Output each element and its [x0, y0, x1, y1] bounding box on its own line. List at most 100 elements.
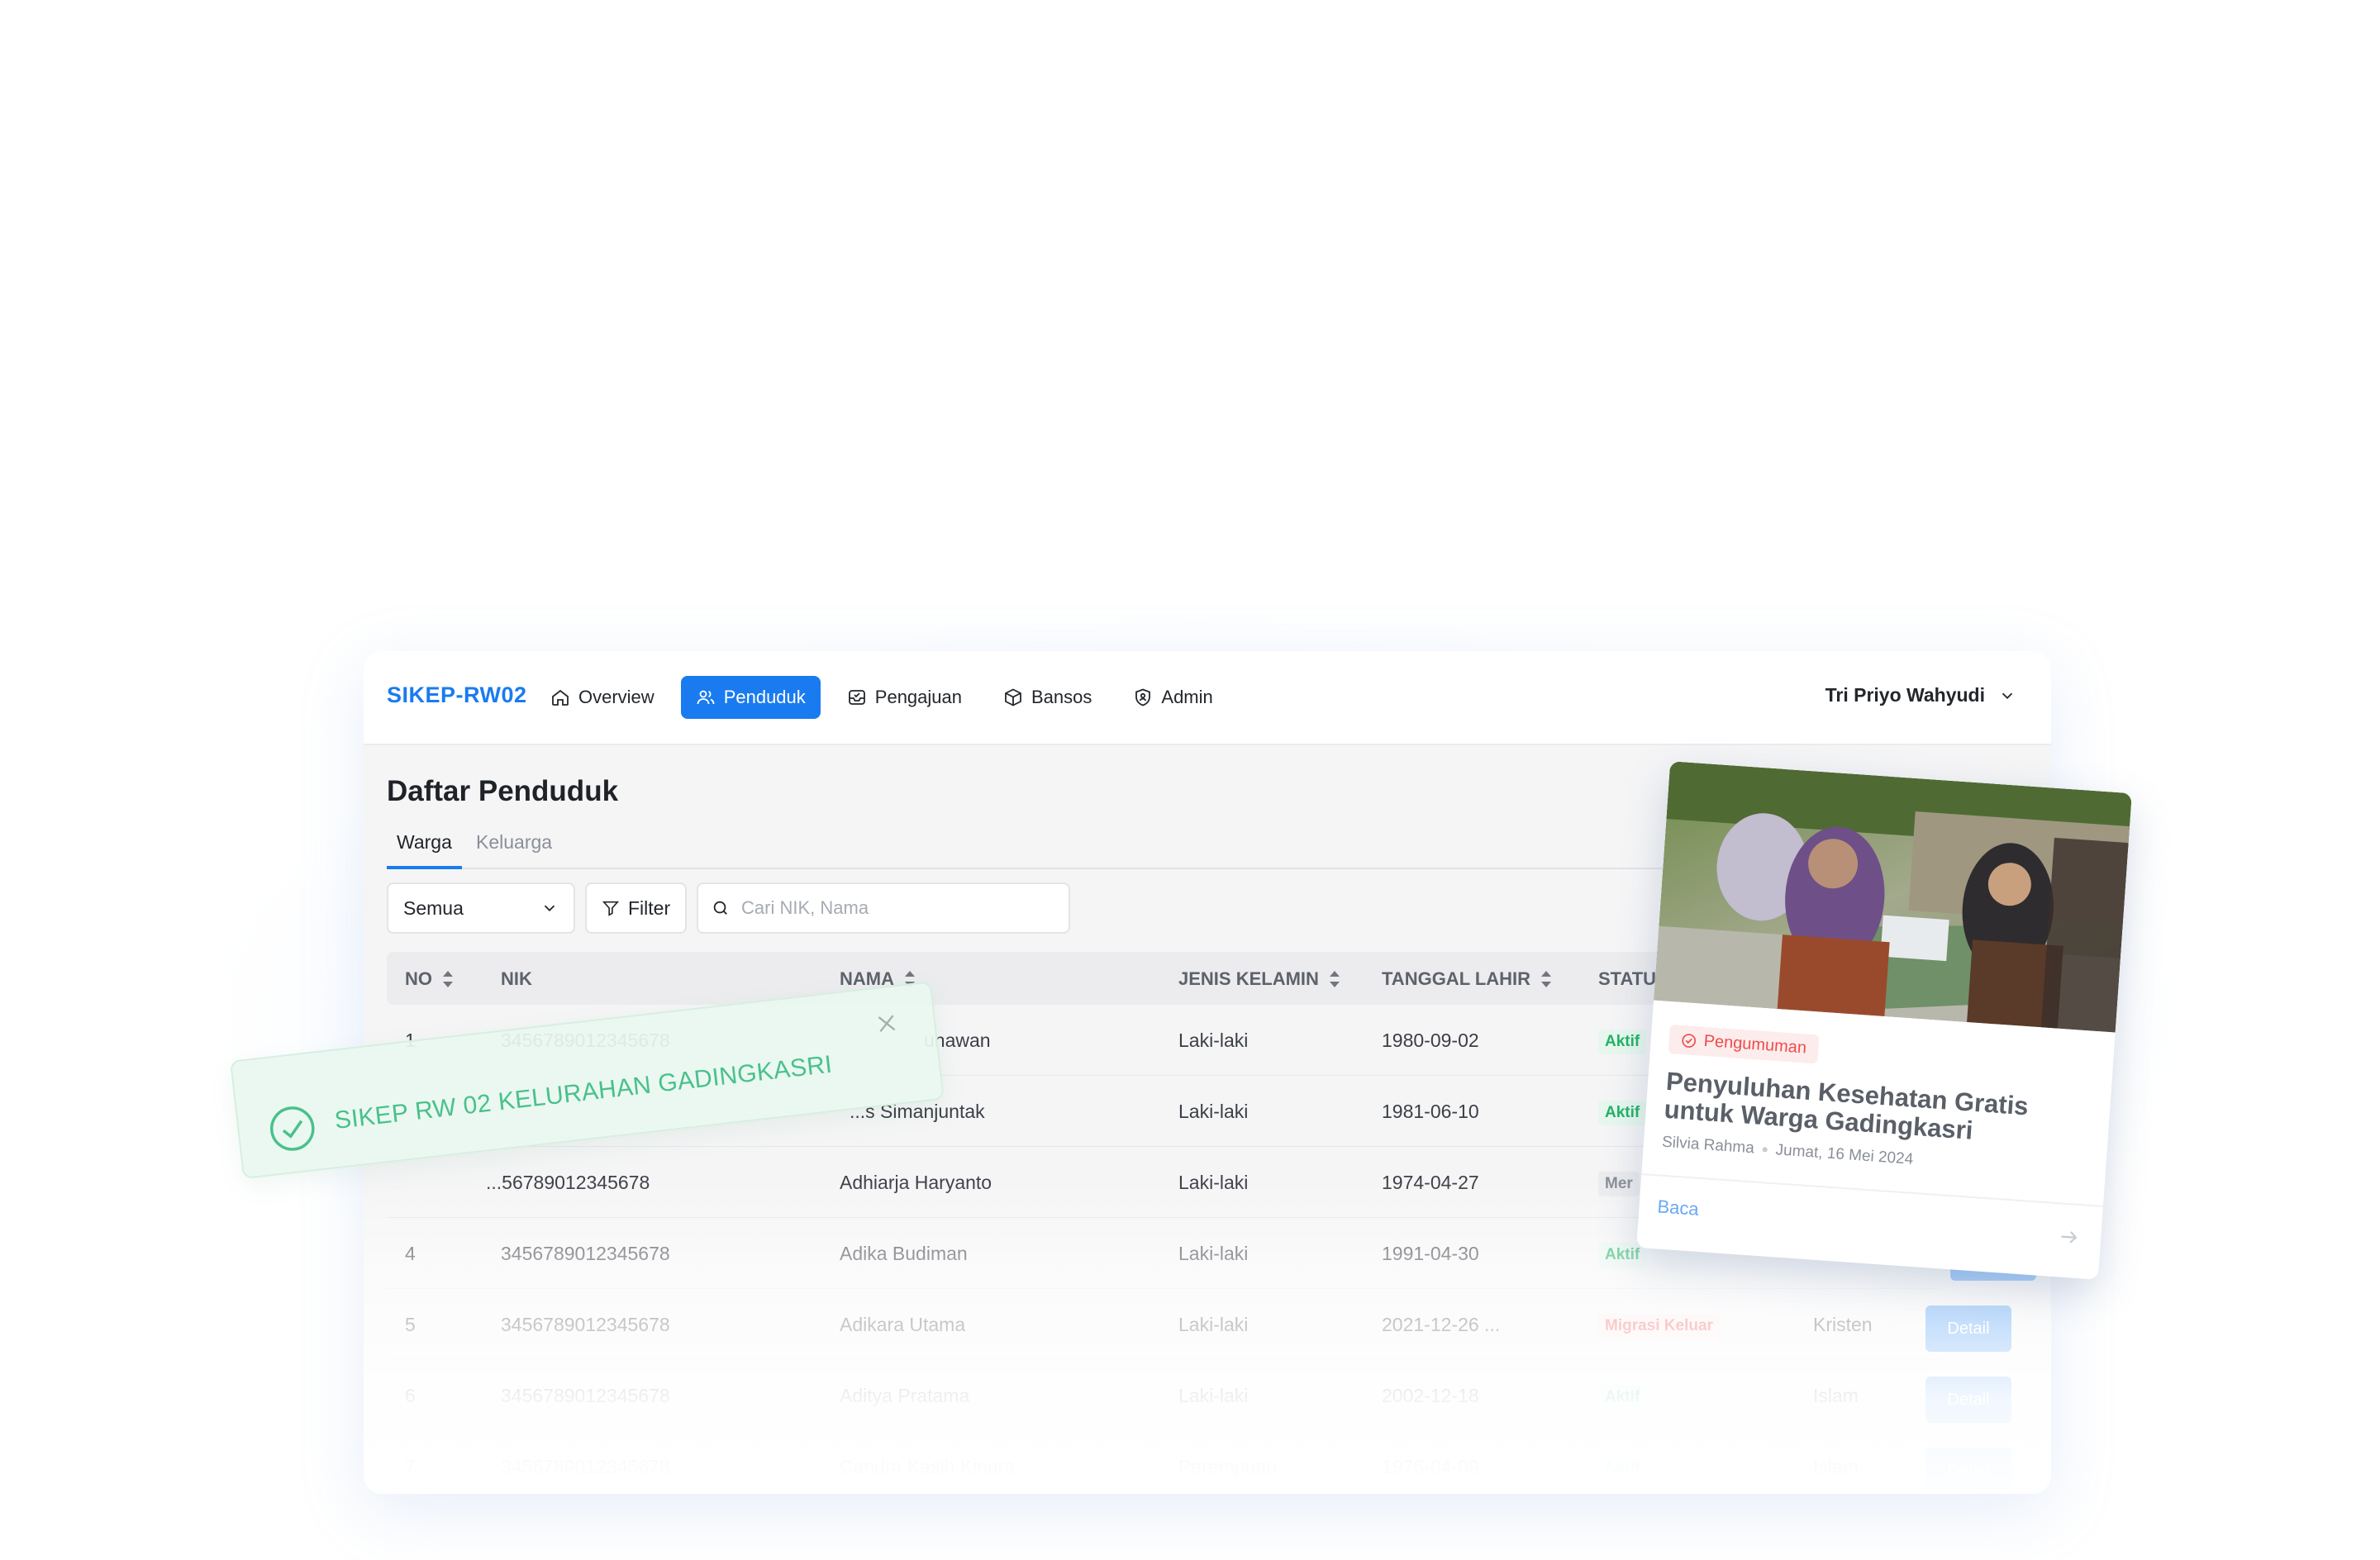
- announcement-date: Jumat, 16 Mei 2024: [1774, 1141, 1914, 1168]
- card-divider: [1641, 1172, 2104, 1208]
- status-badge: Aktif: [1598, 1101, 1647, 1125]
- cell-nik: 3456789012345678: [501, 1385, 670, 1406]
- cell-agama: Islam: [1813, 1456, 1859, 1477]
- user-menu[interactable]: Tri Priyo Wahyudi: [1825, 684, 2016, 706]
- status-badge: Mer: [1598, 1172, 1640, 1196]
- announcement-tag: Pengumuman: [1668, 1024, 1820, 1064]
- cell-jenis-kelamin: Laki-laki: [1178, 1385, 1249, 1406]
- cell-nama: Candra Kasih Kinara: [840, 1456, 1016, 1477]
- col-no-label: NO: [405, 968, 432, 989]
- status-badge: Aktif: [1598, 1243, 1647, 1268]
- cell-nama: Aditya Pratama: [840, 1385, 970, 1406]
- badge-check-icon: [1682, 1033, 1697, 1048]
- cell-no: 4: [405, 1243, 416, 1264]
- col-jk-label: JENIS KELAMIN: [1178, 968, 1319, 989]
- col-jenis-kelamin[interactable]: JENIS KELAMIN: [1178, 968, 1340, 990]
- cell-no: 5: [405, 1314, 416, 1335]
- nav-pengajuan[interactable]: Pengajuan: [832, 676, 977, 719]
- status-badge: Aktif: [1598, 1385, 1647, 1410]
- filter-button[interactable]: Filter: [585, 882, 688, 934]
- cell-nama: Adikara Utama: [840, 1314, 966, 1335]
- detail-button[interactable]: Detail: [1925, 1306, 2011, 1352]
- nav-admin-label: Admin: [1161, 687, 1213, 707]
- chevron-down-icon: [544, 905, 555, 912]
- cell-jenis-kelamin: Laki-laki: [1178, 1243, 1249, 1264]
- cell-tanggal-lahir: 1974-04-27: [1382, 1172, 1479, 1193]
- announcement-photo: [1654, 761, 2132, 1033]
- chevron-down-icon: [2002, 692, 2013, 699]
- brand-logo[interactable]: SIKEP-RW02: [387, 682, 527, 708]
- col-status-label: STATU: [1598, 968, 1657, 989]
- cell-agama: Kristen: [1813, 1314, 1873, 1335]
- cell-nik: 3456789012345678: [501, 1314, 670, 1335]
- table-row: 6 3456789012345678 Aditya Pratama Laki-l…: [387, 1360, 2011, 1431]
- nav-penduduk-label: Penduduk: [723, 687, 806, 707]
- nav-admin[interactable]: Admin: [1118, 676, 1227, 719]
- inbox-icon: [848, 690, 865, 705]
- shield-icon: [1135, 688, 1151, 706]
- cell-jenis-kelamin: Perempuan: [1178, 1456, 1277, 1477]
- cell-tanggal-lahir: 1981-06-10: [1382, 1101, 1479, 1122]
- read-link[interactable]: Baca: [1657, 1196, 1700, 1220]
- cell-tanggal-lahir: 1991-04-30: [1382, 1243, 1479, 1264]
- search-input[interactable]: [740, 897, 1056, 920]
- cell-jenis-kelamin: Laki-laki: [1178, 1172, 1249, 1193]
- cell-nik: 3456789012345678: [501, 1243, 670, 1264]
- close-icon[interactable]: [875, 1011, 899, 1035]
- status-badge: Migrasi Keluar: [1598, 1314, 1720, 1339]
- cell-no: 6: [405, 1385, 416, 1406]
- cell-nik: 3456789012345678: [501, 1456, 670, 1477]
- table-controls: Semua Filter: [387, 882, 1071, 934]
- cell-nama: Adhiarja Haryanto: [840, 1172, 992, 1193]
- nav-bansos-label: Bansos: [1031, 687, 1092, 707]
- announcement-card[interactable]: Pengumuman Penyuluhan Kesehatan Gratis u…: [1636, 761, 2132, 1280]
- cell-jenis-kelamin: Laki-laki: [1178, 1101, 1249, 1122]
- cell-tanggal-lahir: 1976-04-09: [1382, 1456, 1479, 1477]
- filter-icon: [602, 901, 620, 916]
- nav-penduduk[interactable]: Penduduk: [680, 676, 821, 719]
- status-badge: Aktif: [1598, 1456, 1647, 1481]
- box-icon: [1005, 688, 1021, 706]
- table-row: 5 3456789012345678 Adikara Utama Laki-la…: [387, 1289, 2011, 1360]
- nav-bansos[interactable]: Bansos: [988, 676, 1107, 719]
- announcement-meta: Silvia Rahma Jumat, 16 Mei 2024: [1661, 1134, 1914, 1169]
- sort-icon: [1540, 970, 1552, 988]
- status-badge: Aktif: [1598, 1030, 1647, 1054]
- announcement-tag-label: Pengumuman: [1702, 1031, 1807, 1058]
- nav-overview-label: Overview: [578, 687, 654, 707]
- search-box: [697, 882, 1071, 934]
- main-nav: Overview Penduduk Pengajuan Bansos Admin: [536, 676, 1228, 719]
- col-status: STATU: [1598, 968, 1656, 990]
- arrow-right-icon[interactable]: [2057, 1225, 2080, 1248]
- nav-pengajuan-label: Pengajuan: [874, 687, 962, 707]
- status-select-value: Semua: [403, 897, 464, 919]
- check-circle-icon: [270, 1106, 315, 1151]
- sort-icon: [442, 970, 454, 988]
- page-title: Daftar Penduduk: [387, 775, 619, 807]
- cell-tanggal-lahir: 1980-09-02: [1382, 1030, 1479, 1051]
- nav-overview[interactable]: Overview: [536, 676, 669, 719]
- search-icon: [713, 901, 728, 915]
- tab-keluarga[interactable]: Keluarga: [466, 831, 562, 866]
- tab-warga[interactable]: Warga: [387, 831, 462, 869]
- cell-tanggal-lahir: 2002-12-18: [1382, 1385, 1479, 1406]
- status-select[interactable]: Semua: [387, 882, 575, 934]
- col-no[interactable]: NO: [405, 968, 454, 990]
- cell-nama: Adika Budiman: [840, 1243, 968, 1264]
- cell-jenis-kelamin: Laki-laki: [1178, 1030, 1249, 1051]
- detail-button[interactable]: Detail: [1925, 1448, 2011, 1494]
- detail-button[interactable]: Detail: [1925, 1377, 2011, 1423]
- cell-nik: ...56789012345678: [486, 1172, 650, 1193]
- user-name: Tri Priyo Wahyudi: [1825, 684, 1985, 706]
- col-tgl-label: TANGGAL LAHIR: [1382, 968, 1531, 989]
- col-nik: NIK: [501, 968, 532, 990]
- top-navbar: SIKEP-RW02 Overview Penduduk Pengajuan B…: [364, 651, 2051, 745]
- col-tanggal-lahir[interactable]: TANGGAL LAHIR: [1382, 968, 1552, 990]
- users-icon: [697, 690, 715, 705]
- col-nik-label: NIK: [501, 968, 532, 989]
- cell-jenis-kelamin: Laki-laki: [1178, 1314, 1249, 1335]
- cell-no: 7: [405, 1456, 416, 1477]
- separator-dot: [1762, 1147, 1768, 1153]
- announcement-author: Silvia Rahma: [1661, 1133, 1755, 1158]
- cell-agama: Islam: [1813, 1385, 1859, 1406]
